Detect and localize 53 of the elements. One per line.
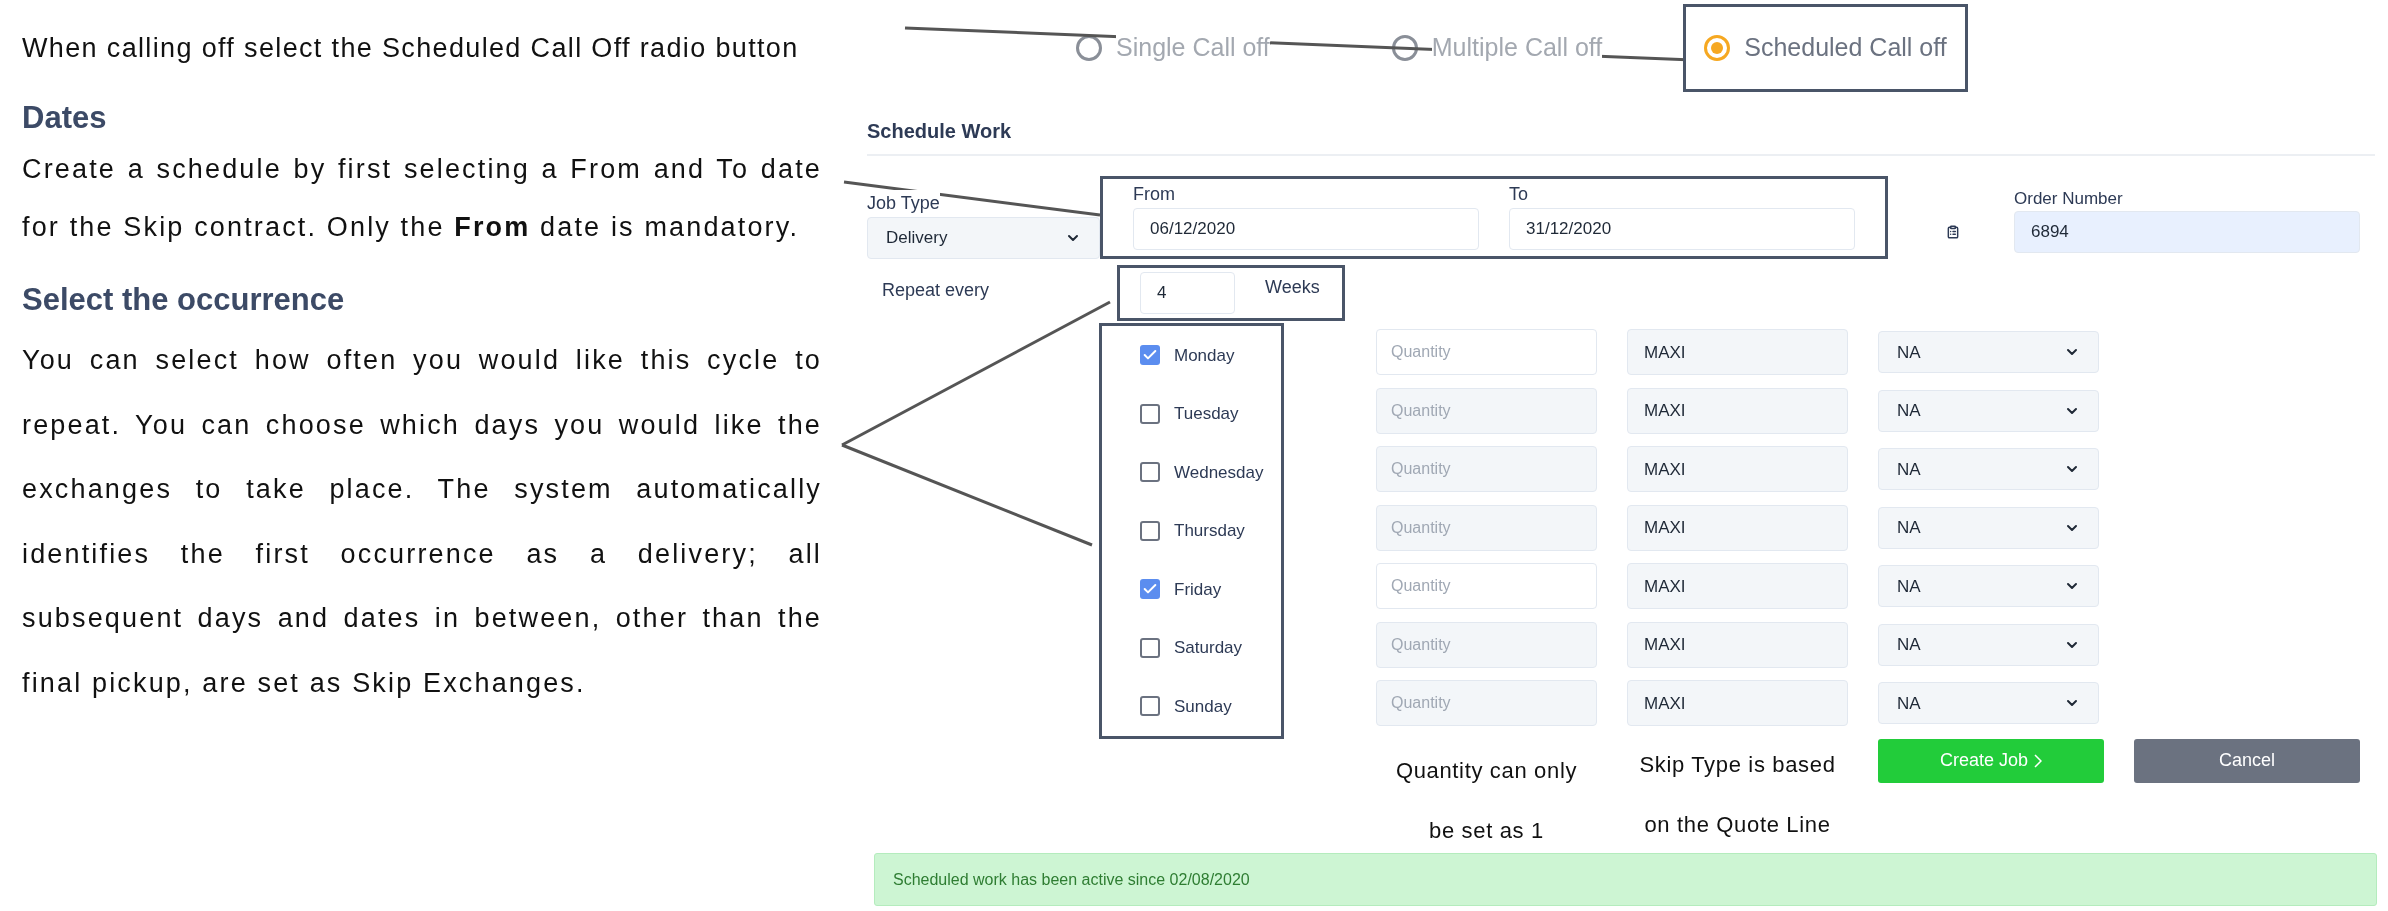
section-heading: Dates	[22, 99, 108, 137]
order-number-field[interactable]: 6894	[2014, 211, 2360, 253]
form-title: Schedule Work	[867, 119, 1013, 144]
skip-type-field[interactable]: MAXI	[1627, 446, 1848, 493]
checkbox[interactable]	[1140, 579, 1160, 600]
skip-type-field[interactable]: MAXI	[1627, 680, 1848, 727]
to-date-field[interactable]: 31/12/2020	[1509, 208, 1855, 250]
job-type-select[interactable]: Delivery	[867, 217, 1100, 259]
option-select[interactable]: NA	[1878, 623, 2099, 666]
checkbox[interactable]	[1140, 637, 1160, 658]
option-select[interactable]: NA	[1878, 448, 2099, 491]
chevron-right-icon	[2034, 753, 2043, 768]
note-text: Skip Type is based on the Quote Line	[1638, 750, 1837, 839]
from-date-field[interactable]: 06/12/2020	[1133, 208, 1479, 250]
skip-type-field[interactable]: MAXI	[1627, 621, 1848, 668]
day-label: Sunday	[1174, 695, 1232, 718]
skip-type-field[interactable]: MAXI	[1627, 387, 1848, 434]
field-label: Order Number	[2014, 187, 2124, 210]
section-paragraph: You can select how often you would like this cycle to repeat. You can choose which days you would like the exchanges to take place. The system automatically identifies the first occurrence as a delivery; all subsequent days and dates in between, other than the final pickup, are set as Skip Exchanges.	[22, 344, 822, 700]
option-select[interactable]: NA	[1878, 565, 2099, 608]
option-select[interactable]: NA	[1878, 682, 2099, 725]
note-text: Quantity can only be set as 1	[1394, 756, 1579, 845]
checkbox[interactable]	[1140, 462, 1160, 483]
radio-icon	[1391, 35, 1418, 61]
day-label: Thursday	[1174, 520, 1245, 542]
status-banner: Scheduled work has been active since 02/08/2020	[874, 853, 2377, 906]
skip-type-field[interactable]: MAXI	[1627, 504, 1848, 551]
radio-option[interactable]: Scheduled Call off	[1683, 4, 1968, 92]
day-label: Wednesday	[1174, 461, 1264, 484]
checkbox[interactable]	[1140, 520, 1160, 541]
radio-icon	[1076, 35, 1102, 61]
cancel-button[interactable]: Cancel	[2134, 738, 2360, 783]
section-heading: Select the occurrence	[22, 281, 346, 319]
checkbox[interactable]	[1140, 345, 1160, 366]
option-select[interactable]: NA	[1878, 331, 2099, 374]
section-paragraph: Create a schedule by first selecting a From and To date for the Skip contract. Only the From date is mandatory.	[22, 153, 822, 244]
field-label: From	[1133, 183, 1176, 206]
day-label: Friday	[1174, 578, 1222, 601]
repeat-field[interactable]: 4	[1140, 272, 1235, 314]
option-select[interactable]: NA	[1878, 389, 2099, 432]
radio-icon	[1704, 35, 1731, 61]
field-label: To	[1509, 183, 1529, 206]
checkbox[interactable]	[1140, 403, 1160, 424]
day-label: Monday	[1174, 344, 1235, 367]
checkbox[interactable]	[1140, 696, 1160, 717]
day-label: Tuesday	[1174, 403, 1239, 425]
instruction-text: When calling off select the Scheduled Call Off radio button	[21, 31, 800, 65]
option-select[interactable]: NA	[1878, 506, 2099, 549]
repeat-label: Repeat every	[881, 279, 991, 302]
repeat-unit: Weeks	[1265, 276, 1321, 299]
skip-type-field[interactable]: MAXI	[1627, 563, 1848, 610]
skip-type-field[interactable]: MAXI	[1627, 329, 1848, 376]
day-label: Saturday	[1174, 637, 1243, 659]
